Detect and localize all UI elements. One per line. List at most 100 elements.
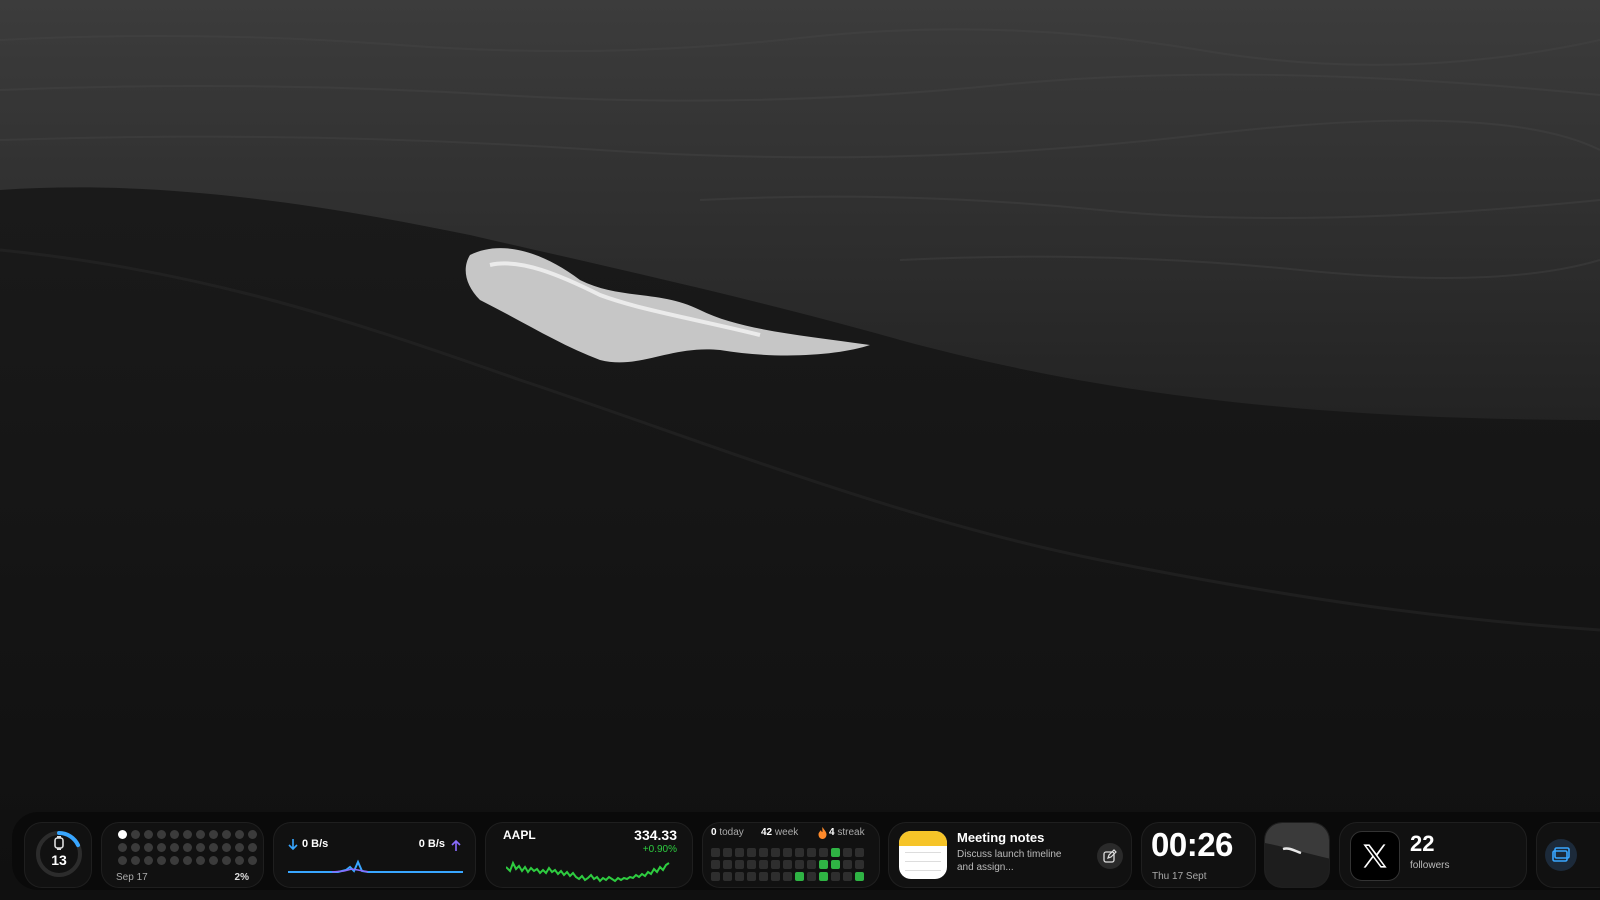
desktop-wallpaper <box>0 0 1600 900</box>
contribution-cell <box>807 872 816 881</box>
calendar-date: Sep 17 <box>116 872 148 883</box>
stock-sparkline <box>506 860 670 883</box>
arrow-up-icon <box>451 839 461 851</box>
network-widget[interactable]: 0 B/s 0 B/s <box>273 822 476 888</box>
follower-count: 22 <box>1410 831 1435 856</box>
contribution-cell <box>819 848 828 857</box>
contribution-cell <box>855 848 864 857</box>
year-dot <box>235 843 244 852</box>
year-dot <box>196 856 205 865</box>
year-dot <box>144 830 153 839</box>
contribution-cell <box>843 848 852 857</box>
edit-icon <box>1103 849 1117 863</box>
contribution-cell <box>723 848 732 857</box>
contribution-cell <box>759 848 768 857</box>
year-percent: 2% <box>234 872 249 883</box>
contribution-cell <box>747 860 756 869</box>
activity-ring-widget[interactable]: 13 <box>24 822 92 888</box>
year-dots <box>118 830 257 865</box>
contribution-cell <box>843 860 852 869</box>
year-dot <box>131 856 140 865</box>
year-dot <box>209 843 218 852</box>
year-dot <box>235 856 244 865</box>
year-dot <box>248 843 257 852</box>
clock-widget[interactable]: 00:26 Thu 17 Sept <box>1141 822 1256 888</box>
contribution-cell <box>747 872 756 881</box>
year-dot <box>196 830 205 839</box>
follower-label: followers <box>1410 860 1450 871</box>
year-dot <box>248 830 257 839</box>
contribution-cell <box>855 860 864 869</box>
year-dot <box>183 843 192 852</box>
contribution-cell <box>783 860 792 869</box>
year-dot <box>118 856 127 865</box>
edit-note-button[interactable] <box>1097 843 1123 869</box>
year-dot <box>144 856 153 865</box>
contribution-cell <box>831 848 840 857</box>
fire-icon <box>818 827 827 839</box>
year-dot <box>183 856 192 865</box>
contrib-today: 0 today <box>711 827 744 838</box>
year-dot <box>248 856 257 865</box>
stock-symbol: AAPL <box>503 828 536 842</box>
year-dot <box>170 843 179 852</box>
clock-date: Thu 17 Sept <box>1152 871 1207 882</box>
contribution-cell <box>711 848 720 857</box>
contribution-cell <box>771 860 780 869</box>
contribution-cell <box>795 872 804 881</box>
notes-widget[interactable]: Meeting notes Discuss launch timeline an… <box>888 822 1132 888</box>
contribution-cell <box>819 860 828 869</box>
contribution-cell <box>711 860 720 869</box>
contribution-cell <box>783 872 792 881</box>
stock-change: +0.90% <box>642 844 677 855</box>
year-dot <box>157 856 166 865</box>
year-dot <box>118 843 127 852</box>
year-dot <box>196 843 205 852</box>
year-dot <box>183 830 192 839</box>
x-logo-icon <box>1350 831 1400 881</box>
contribution-cell <box>771 872 780 881</box>
stock-price: 334.33 <box>634 827 677 843</box>
contribution-cell <box>723 872 732 881</box>
contribution-cell <box>795 848 804 857</box>
notes-app-icon <box>899 831 947 879</box>
download-speed: 0 B/s <box>302 838 329 850</box>
contribution-cell <box>759 872 768 881</box>
upload-speed: 0 B/s <box>418 838 445 850</box>
contribution-cell <box>831 872 840 881</box>
watch-icon <box>54 836 64 850</box>
year-dot <box>157 830 166 839</box>
contribution-cell <box>735 860 744 869</box>
year-dot <box>222 843 231 852</box>
year-dot <box>144 843 153 852</box>
contribution-cell <box>747 848 756 857</box>
network-graph <box>288 859 463 873</box>
contribution-cell <box>843 872 852 881</box>
year-progress-widget[interactable]: Sep 17 2% <box>101 822 264 888</box>
contribution-cell <box>807 860 816 869</box>
year-dot <box>170 856 179 865</box>
x-followers-widget[interactable]: 22 followers <box>1339 822 1527 888</box>
contribution-cell <box>711 872 720 881</box>
contribution-cell <box>807 848 816 857</box>
stock-widget[interactable]: AAPL 334.33 +0.90% <box>485 822 693 888</box>
year-dot <box>209 830 218 839</box>
year-dot <box>157 843 166 852</box>
contrib-streak: 4 streak <box>829 827 865 838</box>
contribution-cell <box>819 872 828 881</box>
screens-icon <box>1545 839 1577 871</box>
contribution-cell <box>855 872 864 881</box>
contribution-cell <box>795 860 804 869</box>
contribution-cell <box>735 848 744 857</box>
year-dot <box>131 830 140 839</box>
year-dot <box>222 830 231 839</box>
contribution-cell <box>783 848 792 857</box>
screens-widget[interactable] <box>1536 822 1600 888</box>
contrib-week: 42 week <box>761 827 799 838</box>
arrow-down-icon <box>288 839 298 851</box>
clock-time: 00:26 <box>1151 826 1233 863</box>
contributions-widget[interactable]: 0 today 42 week 4 streak <box>702 822 880 888</box>
contribution-cell <box>831 860 840 869</box>
photo-widget[interactable] <box>1264 822 1330 888</box>
note-preview: Discuss launch timeline and assign... <box>957 849 1062 873</box>
